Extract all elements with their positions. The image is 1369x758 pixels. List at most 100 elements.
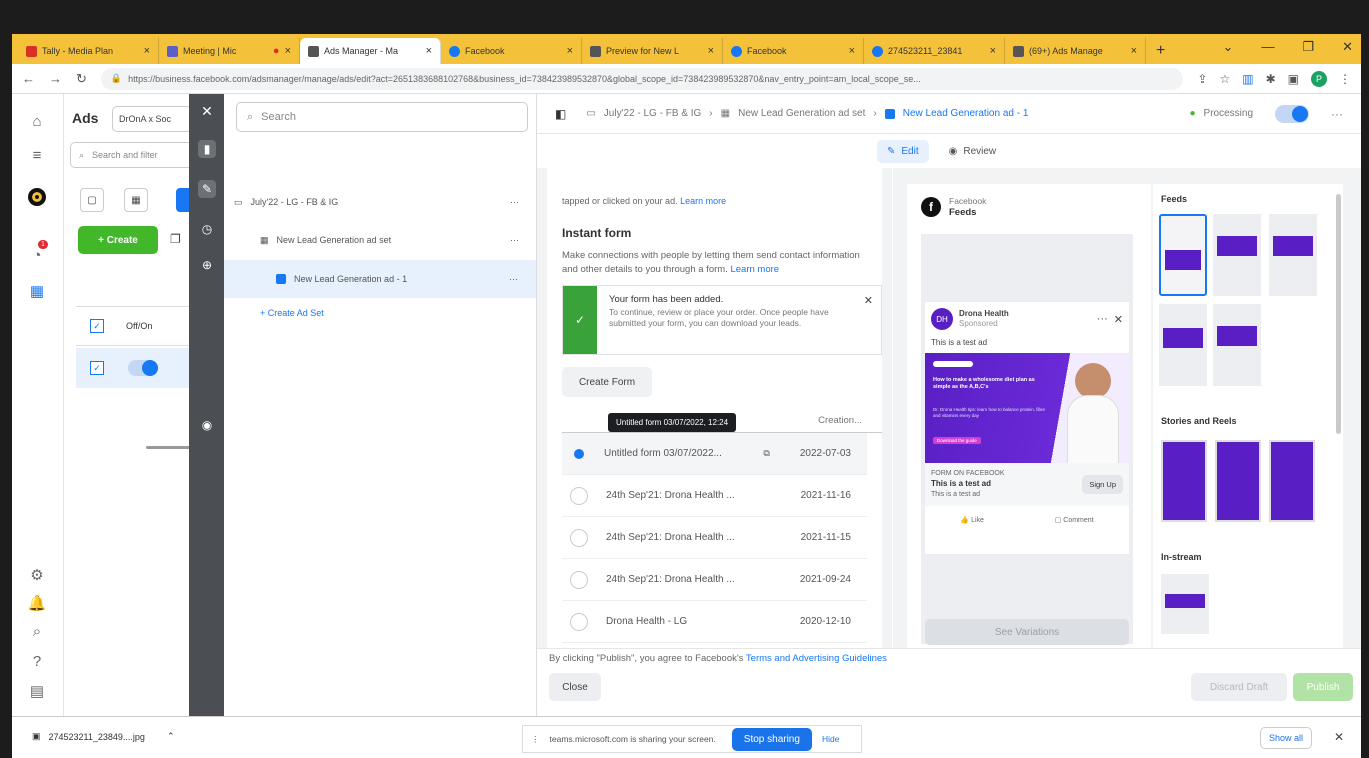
browser-tab-active[interactable]: Ads Manager - Ma × (300, 38, 441, 64)
pencil-icon[interactable]: ✎ (198, 180, 216, 198)
drag-handle-icon[interactable]: ⋮ (531, 734, 540, 745)
tree-item-campaign[interactable]: ▭ July'22 - LG - FB & IG ··· (234, 190, 537, 214)
browser-tab[interactable]: Preview for New L × (582, 38, 723, 64)
more-icon[interactable]: ··· (510, 235, 519, 245)
row-checkbox[interactable]: ✓ (90, 361, 104, 375)
learn-more-link[interactable]: Learn more (730, 264, 779, 275)
browser-tab[interactable]: Facebook × (441, 38, 582, 64)
bell-icon[interactable]: 🔔 (26, 592, 48, 614)
ad-status-toggle[interactable] (1275, 104, 1309, 123)
radio-unselected[interactable] (570, 612, 588, 631)
close-tab-icon[interactable]: × (708, 45, 714, 57)
alerts-icon[interactable]: ◔ 1 (26, 240, 48, 266)
search-icon[interactable]: ⌕ (26, 620, 48, 642)
learn-more-link[interactable]: Learn more (680, 196, 726, 206)
stop-sharing-button[interactable]: Stop sharing (731, 727, 812, 751)
placement-thumb[interactable] (1159, 214, 1207, 296)
table-row[interactable]: Untitled form 03/07/2022... ⧉ 2022-07-03 (562, 433, 867, 475)
placement-thumb[interactable] (1161, 574, 1209, 634)
close-tab-icon[interactable]: × (849, 45, 855, 57)
profile-avatar[interactable]: P (1311, 70, 1327, 87)
placement-thumb[interactable] (1159, 304, 1207, 386)
chevron-up-icon[interactable]: ⌃ (167, 731, 175, 742)
meta-account-icon[interactable] (26, 186, 48, 208)
close-tab-icon[interactable]: × (285, 45, 291, 57)
close-icon[interactable]: ✕ (1114, 313, 1123, 326)
campaigns-view-button[interactable]: ▢ (80, 188, 104, 212)
sidepanel-icon[interactable]: ▣ (1288, 72, 1299, 86)
tab-edit[interactable]: ✎ Edit (877, 139, 929, 163)
url-field[interactable]: 🔒 https://business.facebook.com/adsmanage… (100, 67, 1184, 90)
table-row[interactable]: ✓ (76, 348, 196, 388)
panel-toggle-icon[interactable]: ◧ (555, 107, 566, 121)
new-tab-button[interactable]: + (1146, 38, 1175, 64)
table-icon[interactable]: ▦ (26, 280, 48, 302)
table-row[interactable]: Drona Health - LG 2020-12-10 (562, 601, 867, 643)
more-icon[interactable]: ··· (1097, 313, 1108, 325)
radio-unselected[interactable] (570, 570, 588, 589)
close-tab-icon[interactable]: × (567, 45, 573, 57)
tree-item-ad[interactable]: New Lead Generation ad - 1 ··· (224, 260, 536, 298)
comment-button[interactable]: ▢ Comment (1055, 516, 1094, 524)
see-variations-button[interactable]: See Variations (925, 619, 1129, 645)
breadcrumb-campaign[interactable]: July'22 - LG - FB & IG (604, 108, 702, 119)
puzzle-icon[interactable]: ✱ (1266, 72, 1276, 86)
radio-unselected[interactable] (570, 486, 588, 505)
table-row[interactable]: 24th Sep'21: Drona Health ... 2021-11-15 (562, 517, 867, 559)
copy-icon[interactable]: ⧉ (763, 448, 769, 459)
publish-button[interactable]: Publish (1293, 673, 1353, 701)
search-filter-input[interactable]: ⌕ Search and filter (70, 142, 196, 168)
reload-icon[interactable]: ↻ (76, 71, 87, 87)
chart-extension-icon[interactable]: ▥ (1242, 72, 1253, 86)
star-icon[interactable]: ☆ (1219, 72, 1230, 86)
close-tab-icon[interactable]: × (144, 45, 150, 57)
close-tab-icon[interactable]: × (990, 45, 996, 57)
placement-thumb[interactable] (1269, 440, 1315, 522)
like-button[interactable]: 👍 Like (960, 516, 984, 524)
download-item[interactable]: ▣ 274523211_23849....jpg ⌃ (32, 731, 175, 742)
zoom-icon[interactable]: ⊕ (198, 256, 216, 274)
create-button[interactable]: + Create (78, 226, 158, 254)
minimize-icon[interactable]: — (1261, 39, 1274, 55)
chevron-down-icon[interactable]: ⌄ (1223, 39, 1234, 55)
placement-thumb[interactable] (1215, 440, 1261, 522)
breadcrumb-adset[interactable]: New Lead Generation ad set (738, 108, 865, 119)
settings-icon[interactable]: ⚙ (26, 564, 48, 586)
table-row[interactable]: 24th Sep'21: Drona Health ... 2021-11-16 (562, 475, 867, 517)
browser-tab[interactable]: 274523211_23841 × (864, 38, 1005, 64)
close-icon[interactable]: ✕ (198, 102, 216, 120)
browser-tab[interactable]: Facebook × (723, 38, 864, 64)
account-selector[interactable]: DrOnA x Soc (112, 106, 192, 132)
close-icon[interactable]: ✕ (856, 286, 881, 354)
close-tab-icon[interactable]: × (1131, 45, 1137, 57)
forward-icon[interactable]: → (49, 71, 62, 86)
placement-thumb[interactable] (1213, 304, 1261, 386)
menu-dots-icon[interactable]: ⋮ (1339, 72, 1351, 86)
close-icon[interactable]: ✕ (1334, 730, 1344, 744)
select-all-checkbox[interactable]: ✓ (90, 319, 104, 333)
sign-up-button[interactable]: Sign Up (1082, 475, 1123, 494)
placement-thumb[interactable] (1161, 440, 1207, 522)
radio-selected[interactable] (574, 448, 584, 459)
breadcrumb-ad[interactable]: New Lead Generation ad - 1 (903, 108, 1029, 119)
placement-thumb[interactable] (1213, 214, 1261, 296)
close-tab-icon[interactable]: × (426, 45, 432, 57)
report-icon[interactable]: ▤ (26, 680, 48, 702)
adsets-view-button[interactable]: ▦ (124, 188, 148, 212)
more-icon[interactable]: ··· (1331, 107, 1343, 121)
chart-icon[interactable]: ▮ (198, 140, 216, 158)
help-icon[interactable]: ? (26, 650, 48, 672)
discard-draft-button[interactable]: Discard Draft (1191, 673, 1287, 701)
browser-tab[interactable]: Meeting | Mic ● × (159, 38, 300, 64)
create-form-button[interactable]: Create Form (562, 367, 652, 397)
radio-unselected[interactable] (570, 528, 588, 547)
terms-link[interactable]: Terms and Advertising Guidelines (746, 653, 887, 664)
close-button[interactable]: Close (549, 673, 601, 701)
browser-tab[interactable]: (69+) Ads Manage × (1005, 38, 1146, 64)
tree-item-adset[interactable]: ▦ New Lead Generation ad set ··· (260, 228, 537, 252)
share-icon[interactable]: ⇪ (1197, 72, 1207, 86)
browser-tab[interactable]: Tally - Media Plan × (18, 38, 159, 64)
more-icon[interactable]: ··· (509, 274, 518, 284)
restore-icon[interactable]: ❐ (1302, 39, 1314, 55)
hide-button[interactable]: Hide (822, 734, 839, 744)
